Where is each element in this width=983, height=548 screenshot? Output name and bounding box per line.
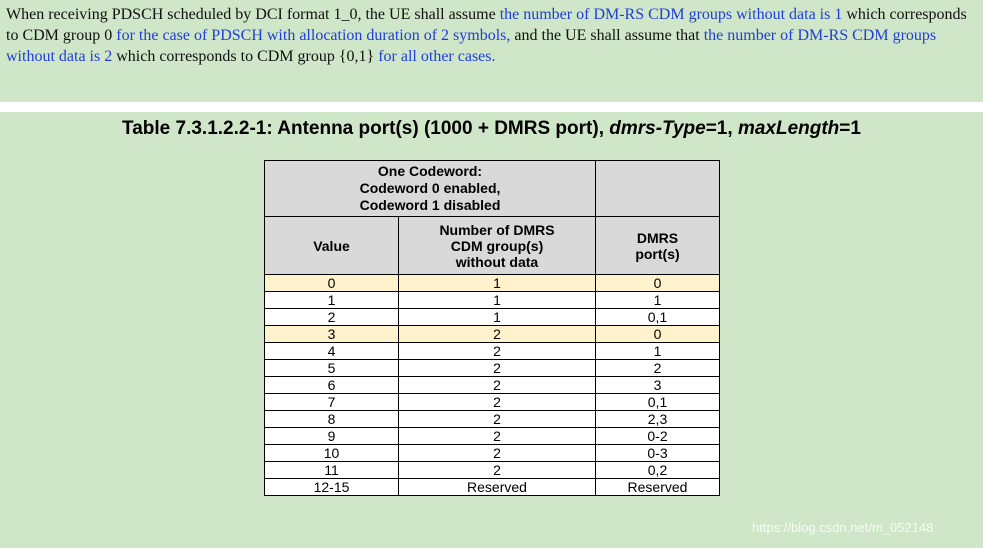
cell-dmrs-ports: 1 [595, 291, 720, 309]
cell-cdm-groups: 1 [398, 291, 596, 309]
caption-prefix: Table 7.3.1.2.2-1: Antenna port(s) (1000… [122, 118, 610, 139]
table-row: 11 2 0,2 [264, 461, 720, 479]
cell-cdm-groups: 2 [398, 393, 596, 411]
cell-value: 6 [264, 376, 399, 394]
cell-cdm-groups: 2 [398, 376, 596, 394]
caption-max-length-value: =1 [839, 118, 861, 139]
table-row: 8 2 2,3 [264, 410, 720, 428]
cell-cdm-groups: 2 [398, 359, 596, 377]
cell-cdm-groups: 2 [398, 461, 596, 479]
cell-cdm-groups: 2 [398, 427, 596, 445]
cell-value: 1 [264, 291, 399, 309]
table-row: 522 [264, 359, 720, 377]
codeword-header-line: One Codeword: [377, 163, 483, 179]
cell-value: 3 [264, 325, 399, 343]
cell-cdm-groups: 2 [398, 410, 596, 428]
cell-dmrs-ports: 0 [595, 274, 720, 292]
column-header-value: Value [264, 216, 399, 275]
highlighted-phrase: for the case of PDSCH with allocation du… [116, 27, 511, 44]
cell-dmrs-ports: 0,1 [595, 393, 720, 411]
codeword-header-empty [595, 160, 720, 217]
cell-dmrs-ports: 1 [595, 342, 720, 360]
table-row: 010 [264, 274, 720, 292]
caption-dmrs-type: dmrs-Type [609, 118, 706, 139]
cell-value: 7 [264, 393, 399, 411]
codeword-header-line: Codeword 0 enabled, [359, 180, 501, 196]
spec-paragraph: When receiving PDSCH scheduled by DCI fo… [0, 0, 983, 102]
cell-value: 11 [264, 461, 399, 479]
cell-dmrs-ports: 0 [595, 325, 720, 343]
cell-cdm-groups: 1 [398, 274, 596, 292]
cell-dmrs-ports: 2 [595, 359, 720, 377]
cell-value: 8 [264, 410, 399, 428]
cell-dmrs-ports: 2,3 [595, 410, 720, 428]
table-row: 7 2 0,1 [264, 393, 720, 411]
cell-value: 2 [264, 308, 399, 326]
table-row: 9 2 0-2 [264, 427, 720, 445]
section-divider [0, 102, 983, 112]
cell-cdm-groups: 2 [398, 444, 596, 462]
table-row: 10 2 0-3 [264, 444, 720, 462]
cell-value: 5 [264, 359, 399, 377]
cell-cdm-groups: Reserved [398, 478, 596, 496]
header-line: Number of DMRS [439, 221, 555, 238]
table-row: 320 [264, 325, 720, 343]
codeword-header: One Codeword: Codeword 0 enabled, Codewo… [264, 160, 596, 217]
cell-cdm-groups: 1 [398, 308, 596, 326]
highlighted-phrase: the number of DM-RS CDM groups without d… [499, 6, 843, 23]
table-row: 2 1 0,1 [264, 308, 720, 326]
cell-value: 0 [264, 274, 399, 292]
cell-dmrs-ports: Reserved [595, 478, 720, 496]
caption-max-length: maxLength [737, 118, 840, 139]
cell-value: 12-15 [264, 478, 399, 496]
paragraph-text: and the UE shall assume that [510, 27, 704, 44]
cell-dmrs-ports: 3 [595, 376, 720, 394]
table-row: 12-15 Reserved Reserved [264, 478, 720, 496]
column-header-dmrs-ports: DMRS port(s) [595, 216, 720, 275]
caption-dmrs-type-value: =1, [705, 118, 738, 139]
cell-cdm-groups: 2 [398, 325, 596, 343]
codeword-header-line: Codeword 1 disabled [359, 197, 501, 213]
header-line: without data [455, 253, 539, 270]
paragraph-text: which corresponds to CDM group {0,1} [112, 48, 379, 65]
header-line: DMRS [636, 229, 679, 246]
paragraph-text: When receiving PDSCH scheduled by DCI fo… [6, 6, 500, 23]
table-row: 623 [264, 376, 720, 394]
antenna-port-table: One Codeword: Codeword 0 enabled, Codewo… [264, 160, 720, 496]
cell-value: 10 [264, 444, 399, 462]
cell-value: 4 [264, 342, 399, 360]
cell-dmrs-ports: 0-2 [595, 427, 720, 445]
cell-dmrs-ports: 0,2 [595, 461, 720, 479]
highlighted-phrase: for all other cases. [378, 48, 496, 65]
cell-dmrs-ports: 0-3 [595, 444, 720, 462]
cell-dmrs-ports: 0,1 [595, 308, 720, 326]
watermark: https://blog.csdn.net/m_052148 [752, 520, 934, 535]
header-line: CDM group(s) [450, 237, 544, 254]
cell-cdm-groups: 2 [398, 342, 596, 360]
column-header-cdm-groups: Number of DMRS CDM group(s) without data [398, 216, 596, 275]
table-caption: Table 7.3.1.2.2-1: Antenna port(s) (1000… [0, 118, 983, 140]
table-row: 421 [264, 342, 720, 360]
table-row: 111 [264, 291, 720, 309]
header-line: port(s) [635, 245, 680, 262]
cell-value: 9 [264, 427, 399, 445]
